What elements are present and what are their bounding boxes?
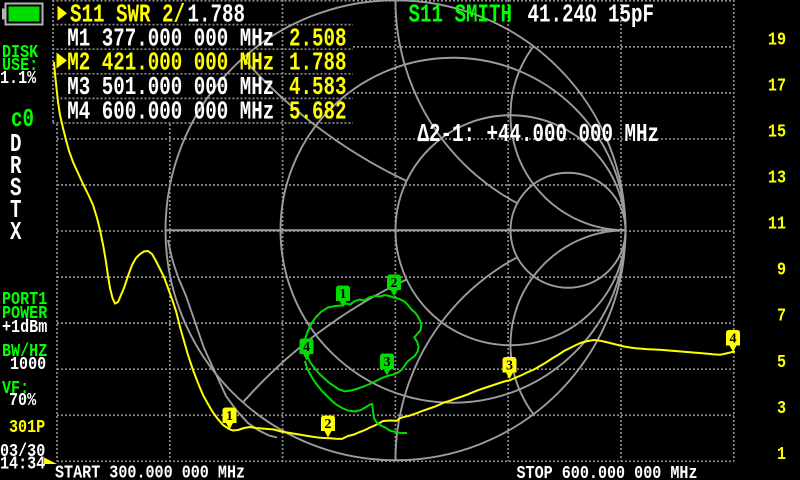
svg-text:17: 17 xyxy=(768,77,786,97)
svg-text:5: 5 xyxy=(777,353,786,373)
svg-text:13: 13 xyxy=(768,169,786,189)
svg-text:3: 3 xyxy=(777,399,786,419)
svg-text:3: 3 xyxy=(506,359,513,374)
svg-text:7: 7 xyxy=(777,307,786,327)
svg-text:STOP 600.000 000 MHz: STOP 600.000 000 MHz xyxy=(517,464,698,480)
svg-text:5.682: 5.682 xyxy=(289,97,347,127)
svg-text:2: 2 xyxy=(325,417,332,432)
svg-text:2: 2 xyxy=(391,276,398,291)
svg-text:1.1%: 1.1% xyxy=(0,69,36,89)
svg-text:15: 15 xyxy=(768,123,786,143)
svg-text:41.24Ω 15pF: 41.24Ω 15pF xyxy=(528,0,655,30)
svg-text:70%: 70% xyxy=(9,391,36,411)
svg-text:+1dBm: +1dBm xyxy=(2,318,47,338)
svg-text:4: 4 xyxy=(303,340,310,355)
svg-text:M4 600.000 000 MHz: M4 600.000 000 MHz xyxy=(67,97,274,127)
svg-text:Δ2-1: +44.000 000 MHz: Δ2-1: +44.000 000 MHz xyxy=(418,119,660,149)
svg-text:11: 11 xyxy=(768,215,786,235)
svg-text:19: 19 xyxy=(768,30,786,50)
svg-text:1000: 1000 xyxy=(10,355,46,375)
svg-text:1: 1 xyxy=(340,287,347,302)
svg-text:1: 1 xyxy=(777,445,786,465)
svg-text:1: 1 xyxy=(226,409,233,424)
svg-text:X: X xyxy=(10,217,22,247)
svg-text:3: 3 xyxy=(384,355,391,370)
svg-text:14:34: 14:34 xyxy=(0,454,45,474)
svg-text:9: 9 xyxy=(777,261,786,281)
svg-text:START 300.000 000 MHz: START 300.000 000 MHz xyxy=(55,463,245,480)
svg-text:S11 SMITH: S11 SMITH xyxy=(409,0,513,30)
svg-text:301P: 301P xyxy=(9,418,45,438)
svg-text:4: 4 xyxy=(730,332,737,347)
